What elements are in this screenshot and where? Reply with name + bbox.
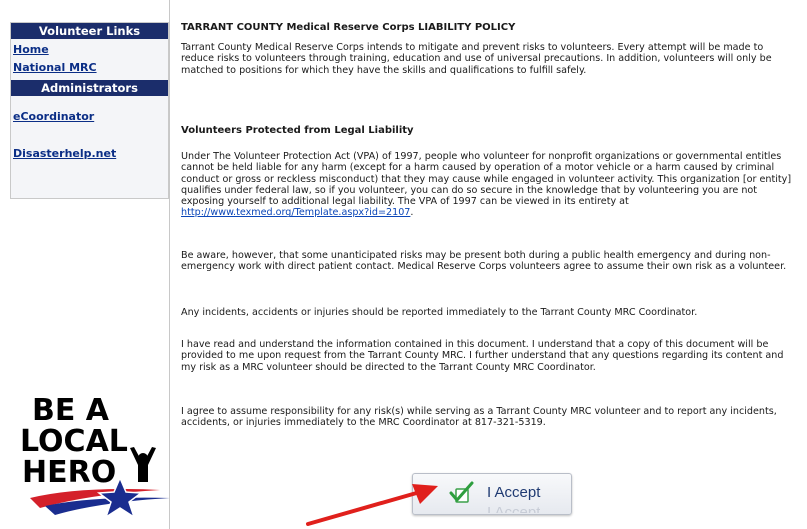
red-arrow-icon: [306, 484, 438, 526]
hero-line2: LOCAL: [20, 424, 128, 459]
sidebar-links-panel: Volunteer Links Home National MRC Admini…: [10, 22, 169, 199]
volunteer-links-header: Volunteer Links: [11, 23, 168, 39]
accept-button-reflection: I Accept: [487, 504, 541, 513]
administrators-header: Administrators: [11, 80, 168, 96]
accept-check-icon: [449, 481, 474, 503]
legal-heading: Volunteers Protected from Legal Liabilit…: [181, 125, 414, 136]
intro-paragraph: Tarrant County Medical Reserve Corps int…: [181, 42, 772, 76]
agree-paragraph: I agree to assume responsibility for any…: [181, 406, 777, 429]
ecoordinator-link[interactable]: eCoordinator: [11, 110, 168, 123]
home-link[interactable]: Home: [11, 43, 168, 56]
report-paragraph: Any incidents, accidents or injuries sho…: [181, 307, 698, 318]
sidebar: Volunteer Links Home National MRC Admini…: [0, 0, 170, 529]
risk-paragraph: Be aware, however, that some unanticipat…: [181, 250, 787, 273]
hero-line3: HERO: [22, 455, 116, 490]
disasterhelp-link[interactable]: Disasterhelp.net: [11, 147, 168, 160]
vpa-link[interactable]: http://www.texmed.org/Template.aspx?id=2…: [181, 207, 410, 218]
legal-paragraph: Under The Volunteer Protection Act (VPA)…: [181, 151, 799, 219]
hero-line1: BE A: [32, 393, 110, 428]
be-a-local-hero-logo: BE A LOCAL HERO: [20, 393, 170, 519]
accept-button-label: I Accept: [487, 484, 541, 501]
national-mrc-link[interactable]: National MRC: [11, 61, 168, 74]
understand-paragraph: I have read and understand the informati…: [181, 339, 784, 373]
policy-title: TARRANT COUNTY Medical Reserve Corps LIA…: [181, 22, 516, 33]
vertical-divider: [169, 0, 170, 529]
legal-text: Under The Volunteer Protection Act (VPA)…: [181, 151, 792, 208]
legal-end: .: [410, 207, 414, 219]
hero-figure-icon: [130, 447, 156, 482]
